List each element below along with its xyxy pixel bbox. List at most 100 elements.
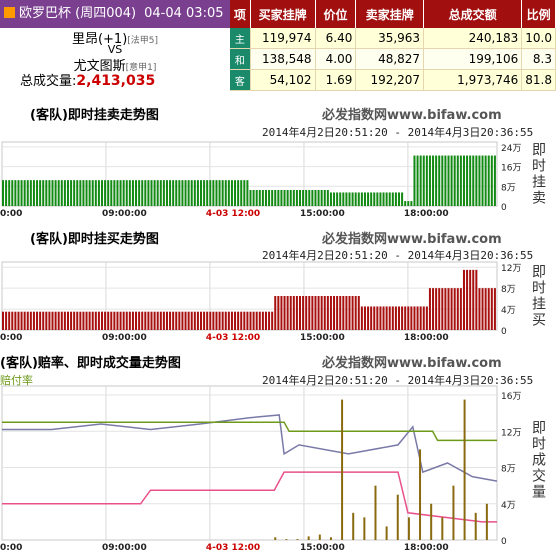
bar (138, 180, 141, 206)
bar (339, 296, 342, 330)
bar (116, 180, 119, 206)
bar (97, 311, 100, 330)
bar (271, 190, 274, 206)
match-title-bar: 欧罗巴杯 (周四004) 04-04 03:05 (0, 0, 230, 28)
bar (88, 180, 91, 206)
bar (329, 192, 332, 206)
y-tick-label: 8万 (501, 465, 516, 475)
bar (370, 306, 373, 330)
bar (51, 180, 54, 206)
bar (2, 311, 5, 330)
bar (101, 311, 104, 330)
bar (314, 296, 317, 330)
y-tick-label: 0 (501, 203, 507, 213)
bar (435, 288, 438, 330)
league-flag-icon (4, 7, 15, 18)
bar (441, 155, 444, 206)
cell-total: 1,973,746 (423, 69, 523, 91)
bar (150, 311, 153, 330)
bar (308, 190, 311, 206)
bar (329, 296, 332, 330)
bar (339, 192, 342, 206)
bar (227, 311, 230, 330)
bar (63, 180, 66, 206)
bar (277, 296, 280, 330)
bar (370, 192, 373, 206)
bar (484, 288, 487, 330)
bar (419, 306, 422, 330)
bar (280, 296, 283, 330)
bar (438, 155, 441, 206)
bar (382, 192, 385, 206)
bar (391, 306, 394, 330)
bar (196, 311, 199, 330)
cell-total: 199,106 (423, 48, 523, 70)
bar (184, 180, 187, 206)
bar (144, 311, 147, 330)
bar (274, 190, 277, 206)
table-row: 和 138,548 4.00 48,827 199,106 8.3 (230, 48, 556, 70)
bar (206, 180, 209, 206)
buy-chart: 0:00 09:00:00 4-03 12:00 15:00:00 18:00:00 0 4… (0, 261, 521, 343)
bar (456, 288, 459, 330)
row-label: 主 (230, 28, 251, 49)
bar (122, 180, 125, 206)
bar (385, 306, 388, 330)
bar (196, 180, 199, 206)
bar (234, 180, 237, 206)
bar (243, 311, 246, 330)
bar (413, 155, 416, 206)
volume-bar (452, 485, 455, 540)
bar (404, 201, 407, 206)
bar (221, 180, 224, 206)
bar (218, 311, 221, 330)
bar (416, 306, 419, 330)
bar (302, 190, 305, 206)
bar (444, 288, 447, 330)
bar (29, 180, 32, 206)
bar (200, 311, 203, 330)
bar (178, 180, 181, 206)
bar (388, 306, 391, 330)
bar (190, 180, 193, 206)
match-time: 04-04 03:05 (144, 6, 224, 21)
bar (212, 311, 215, 330)
bar (26, 180, 29, 206)
bar (283, 296, 286, 330)
total-volume: 总成交量:2,413,035 (20, 70, 155, 89)
bar (203, 180, 206, 206)
y-tick-label: 16万 (501, 392, 521, 402)
bar (379, 192, 382, 206)
bar (156, 311, 159, 330)
bar (39, 311, 42, 330)
bar (459, 288, 462, 330)
bar (94, 311, 97, 330)
bar (394, 192, 397, 206)
bar (481, 155, 484, 206)
volume-bar (307, 536, 310, 540)
bar (209, 311, 212, 330)
bar (172, 311, 175, 330)
bar (82, 180, 85, 206)
bar (169, 311, 172, 330)
bar (8, 180, 11, 206)
bar (323, 296, 326, 330)
bar (363, 306, 366, 330)
bar (258, 311, 261, 330)
bar (462, 155, 465, 206)
bar (478, 288, 481, 330)
bar (391, 192, 394, 206)
bar (42, 311, 45, 330)
bar (401, 192, 404, 206)
bar (94, 180, 97, 206)
bar (345, 192, 348, 206)
volume-bar (341, 399, 344, 540)
volume-bar (285, 539, 288, 540)
bar (230, 180, 233, 206)
cell-sell: 35,963 (355, 28, 425, 49)
table-header-row: 项 买家挂牌 价位 卖家挂牌 总成交额 比例 (230, 0, 556, 28)
bar (141, 180, 144, 206)
cell-price: 4.00 (315, 48, 357, 70)
bar (252, 190, 255, 206)
bar (286, 296, 289, 330)
